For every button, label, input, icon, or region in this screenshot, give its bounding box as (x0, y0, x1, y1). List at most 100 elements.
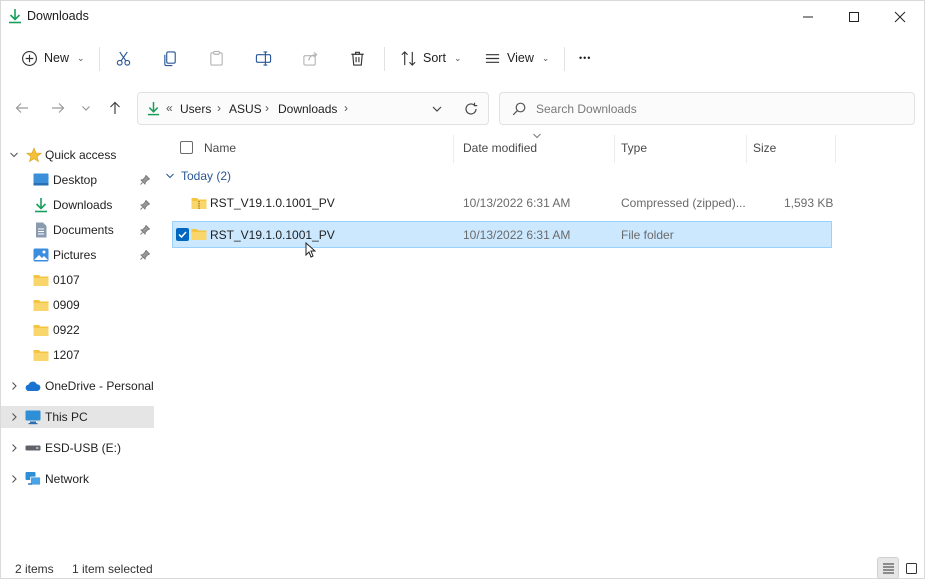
nav-item-quick-access[interactable]: Quick access (1, 144, 154, 166)
breadcrumb-users[interactable]: Users (180, 102, 211, 116)
column-header-name[interactable]: Name (204, 141, 236, 155)
breadcrumb-separator[interactable]: › (344, 101, 348, 115)
nav-item-folder-0107[interactable]: 0107 (1, 269, 154, 291)
search-input[interactable] (536, 100, 896, 118)
nav-item-desktop[interactable]: Desktop (1, 169, 154, 191)
pin-icon[interactable] (140, 175, 150, 185)
chevron-down-icon: ⌄ (77, 52, 85, 63)
nav-item-network[interactable]: Network (1, 468, 154, 490)
breadcrumb-asus[interactable]: ASUS (229, 102, 262, 116)
nav-item-folder-1207[interactable]: 1207 (1, 344, 154, 366)
chevron-right-icon[interactable] (9, 443, 19, 453)
column-divider[interactable] (453, 135, 454, 163)
arrow-left-icon (15, 103, 28, 113)
command-bar: New ⌄ Sort ⌄ View ⌄ ••• (1, 37, 924, 81)
nav-item-usb-drive[interactable]: ESD-USB (E:) (1, 437, 154, 459)
breadcrumb-downloads[interactable]: Downloads (278, 102, 337, 116)
copy-button[interactable] (162, 45, 179, 71)
scissors-icon (116, 51, 131, 66)
select-all-checkbox[interactable] (180, 141, 193, 154)
refresh-icon[interactable] (464, 102, 478, 116)
downloads-icon (35, 198, 47, 213)
desktop-icon (33, 173, 49, 186)
up-button[interactable] (105, 97, 125, 119)
column-header-date-modified[interactable]: Date modified (463, 141, 537, 155)
column-divider[interactable] (746, 135, 747, 163)
arrow-right-icon (52, 103, 65, 113)
chevron-right-icon[interactable] (9, 381, 19, 391)
downloads-icon (147, 101, 160, 116)
chevron-right-icon[interactable] (9, 412, 19, 422)
toolbar-divider (384, 47, 385, 71)
column-divider[interactable] (835, 135, 836, 163)
file-date-modified: 10/13/2022 6:31 AM (463, 228, 571, 242)
search-box[interactable] (499, 92, 915, 125)
maximize-button[interactable] (831, 1, 877, 33)
star-icon (26, 147, 42, 163)
file-name: RST_V19.1.0.1001_PV (210, 196, 335, 210)
new-button[interactable]: New ⌄ (21, 45, 85, 71)
nav-label: This PC (45, 410, 88, 424)
view-list-icon (485, 53, 500, 63)
folder-icon (33, 350, 49, 361)
breadcrumb-overflow[interactable]: « (166, 101, 173, 115)
column-header-type[interactable]: Type (621, 141, 647, 155)
nav-item-documents[interactable]: Documents (1, 219, 154, 241)
column-header-size[interactable]: Size (753, 141, 776, 155)
column-divider[interactable] (614, 135, 615, 163)
chevron-down-icon[interactable] (9, 150, 19, 160)
thumbnails-view-button[interactable] (900, 557, 922, 579)
sort-label: Sort (423, 51, 446, 65)
pin-icon[interactable] (140, 225, 150, 235)
mouse-cursor-icon (305, 242, 316, 258)
address-bar[interactable]: « Users › ASUS › Downloads › (137, 92, 489, 125)
view-label: View (507, 51, 534, 65)
search-icon (512, 102, 526, 116)
chevron-down-icon (166, 173, 174, 179)
close-icon (894, 11, 906, 23)
breadcrumb-separator[interactable]: › (265, 101, 269, 115)
sort-button[interactable]: Sort ⌄ (400, 45, 461, 71)
more-options-button[interactable]: ••• (579, 45, 591, 71)
row-checkbox-checked[interactable] (176, 228, 189, 241)
thumbnails-view-icon (905, 562, 917, 574)
view-button[interactable]: View ⌄ (484, 45, 549, 71)
nav-label: Quick access (45, 148, 117, 162)
title-bar: Downloads (1, 1, 924, 33)
file-type: File folder (621, 228, 674, 242)
paste-button[interactable] (208, 45, 225, 71)
rename-button[interactable] (255, 45, 272, 71)
nav-item-onedrive[interactable]: OneDrive - Personal (1, 375, 154, 397)
back-button[interactable] (12, 97, 32, 119)
file-date-modified: 10/13/2022 6:31 AM (463, 196, 571, 210)
nav-item-folder-0909[interactable]: 0909 (1, 294, 154, 316)
file-row-zip[interactable]: RST_V19.1.0.1001_PV 10/13/2022 6:31 AM C… (172, 190, 833, 217)
breadcrumb-separator[interactable]: › (217, 101, 221, 115)
folder-icon (33, 300, 49, 311)
pin-icon[interactable] (140, 200, 150, 210)
close-button[interactable] (877, 1, 923, 33)
nav-item-pictures[interactable]: Pictures (1, 244, 154, 266)
forward-button[interactable] (48, 97, 68, 119)
document-icon (36, 222, 47, 238)
details-view-icon (882, 563, 894, 573)
nav-item-folder-0922[interactable]: 0922 (1, 319, 154, 341)
pin-icon[interactable] (140, 250, 150, 260)
share-button[interactable] (302, 45, 319, 71)
chevron-down-icon: ⌄ (541, 52, 550, 63)
nav-item-downloads[interactable]: Downloads (1, 194, 154, 216)
file-row-folder[interactable]: RST_V19.1.0.1001_PV 10/13/2022 6:31 AM F… (172, 221, 832, 248)
minimize-button[interactable] (785, 1, 831, 33)
address-history-chevron-icon[interactable] (431, 103, 443, 115)
selection-count: 1 item selected (72, 562, 153, 576)
group-header-today[interactable]: Today (2) (165, 169, 231, 183)
recent-locations-button[interactable] (78, 97, 94, 119)
nav-item-this-pc[interactable]: This PC (1, 406, 154, 428)
chevron-right-icon[interactable] (9, 474, 19, 484)
toolbar-divider (564, 47, 565, 71)
delete-button[interactable] (349, 45, 366, 71)
cut-button[interactable] (115, 45, 132, 71)
nav-label: OneDrive - Personal (45, 379, 154, 393)
copy-icon (164, 50, 176, 66)
details-view-button[interactable] (877, 557, 899, 579)
